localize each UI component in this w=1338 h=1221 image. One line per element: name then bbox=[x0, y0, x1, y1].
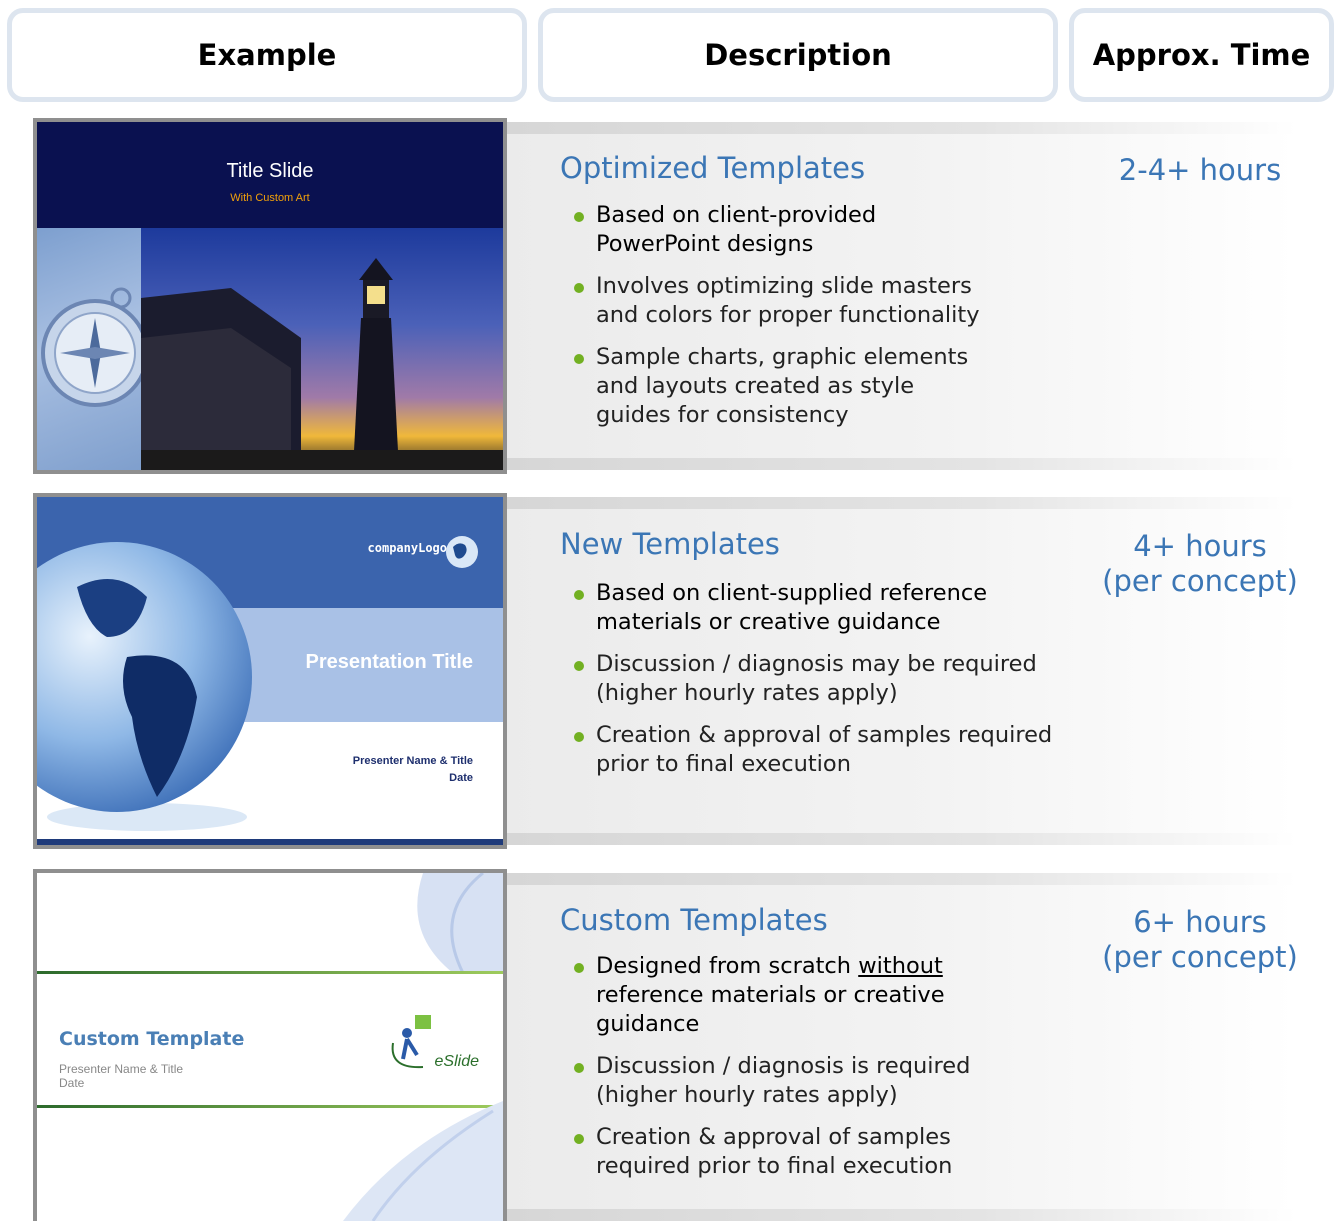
row-3-time-value: 6+ hours bbox=[1133, 905, 1267, 939]
row-2-time: 4+ hours (per concept) bbox=[1090, 529, 1310, 599]
row-1-time: 2-4+ hours bbox=[1090, 153, 1310, 188]
bullet-item: Creation & approval of samples required … bbox=[574, 721, 1054, 779]
thumb-3-presenter-name: Presenter Name & Title bbox=[59, 1062, 184, 1076]
row-2-time-note: (per concept) bbox=[1102, 564, 1298, 598]
thumb-3-presenter: Presenter Name & Title Date bbox=[59, 1062, 183, 1090]
header-time: Approx. Time bbox=[1069, 8, 1334, 102]
row-1-time-value: 2-4+ hours bbox=[1118, 153, 1282, 187]
thumb-2-logo: companyLogo bbox=[367, 541, 447, 555]
row-1-thumbnail: Title Slide With Custom Art bbox=[33, 118, 507, 474]
header-time-label: Approx. Time bbox=[1092, 38, 1311, 72]
globe-icon bbox=[37, 542, 252, 831]
row-3-time: 6+ hours (per concept) bbox=[1090, 905, 1310, 975]
compass-icon bbox=[41, 287, 149, 407]
thumb-3-logo: eSlide bbox=[434, 1053, 479, 1070]
bullet-item: Creation & approval of samples required … bbox=[574, 1123, 994, 1181]
header-description: Description bbox=[538, 8, 1058, 102]
thumb-2-presenter: Presenter Name & Title Date bbox=[353, 753, 473, 787]
bullet-item: Discussion / diagnosis may be required (… bbox=[574, 650, 1054, 708]
swirl-bottom-art bbox=[343, 1101, 503, 1221]
thumb-3-line-top bbox=[37, 971, 503, 974]
bullet-item: Involves optimizing slide masters and co… bbox=[574, 272, 994, 330]
header-example: Example bbox=[7, 8, 527, 102]
bullet-item: Discussion / diagnosis is required (high… bbox=[574, 1052, 994, 1110]
row-3-thumbnail: Custom Template Presenter Name & Title D… bbox=[33, 869, 507, 1221]
row-3-time-note: (per concept) bbox=[1102, 940, 1298, 974]
thumb-3-date: Date bbox=[59, 1076, 85, 1090]
bullet-text-after: reference materials or creative guidance bbox=[596, 982, 945, 1037]
row-2-bullets: Based on client-supplied reference mater… bbox=[574, 579, 1054, 792]
header-description-label: Description bbox=[704, 38, 892, 72]
bullet-text-before: Designed from scratch bbox=[596, 953, 859, 979]
thumb-1-compass-art bbox=[37, 228, 149, 470]
bullet-item: Based on client-provided PowerPoint desi… bbox=[574, 201, 994, 259]
row-3-title: Custom Templates bbox=[560, 903, 828, 937]
thumb-3-title: Custom Template bbox=[59, 1028, 245, 1050]
row-1-title: Optimized Templates bbox=[560, 151, 866, 185]
thumb-2-presenter-name: Presenter Name & Title bbox=[352, 755, 473, 767]
lighthouse-icon bbox=[141, 258, 503, 470]
header-example-label: Example bbox=[197, 38, 337, 72]
thumb-2-date: Date bbox=[449, 772, 473, 784]
globe-small-icon bbox=[446, 536, 478, 568]
row-3-bullets: Designed from scratch without reference … bbox=[574, 952, 994, 1194]
thumb-2-footer bbox=[37, 839, 503, 845]
row-1-bullets: Based on client-provided PowerPoint desi… bbox=[574, 201, 994, 443]
thumb-1-lighthouse-art bbox=[141, 228, 503, 470]
swirl-top-art bbox=[417, 873, 503, 973]
bullet-item: Based on client-supplied reference mater… bbox=[574, 579, 1054, 637]
bullet-item: Sample charts, graphic elements and layo… bbox=[574, 343, 994, 430]
thumb-1-subtitle: With Custom Art bbox=[230, 192, 310, 204]
bullet-item: Designed from scratch without reference … bbox=[574, 952, 994, 1039]
thumb-1-title: Title Slide bbox=[226, 160, 314, 182]
thumb-2-title: Presentation Title bbox=[305, 651, 473, 673]
row-2-title: New Templates bbox=[560, 527, 780, 561]
bullet-text-underlined: without bbox=[858, 953, 943, 979]
row-2-thumbnail: companyLogo Presentation Title Presenter… bbox=[33, 493, 507, 849]
row-2-time-value: 4+ hours bbox=[1133, 529, 1267, 563]
